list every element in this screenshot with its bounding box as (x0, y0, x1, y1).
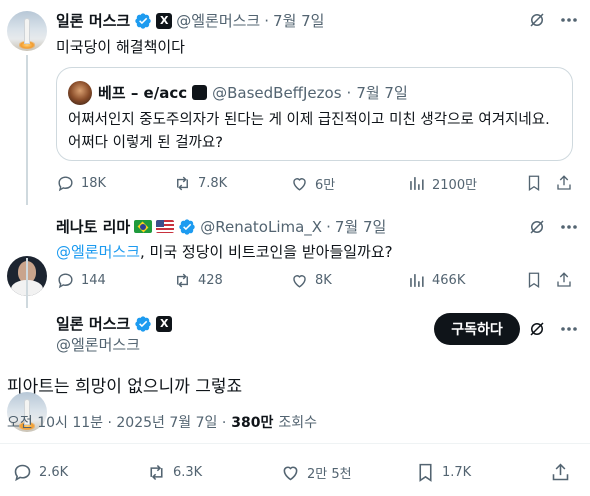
grok-icon[interactable] (528, 218, 546, 240)
bookmark-icon[interactable] (525, 174, 543, 196)
retweet-count: 7.8K (198, 176, 228, 191)
views-total: 380만 (231, 415, 274, 431)
views-count: 2100만 (432, 178, 478, 193)
brazil-flag-icon (134, 220, 153, 233)
main-tweet-text: 피아트는 희망이 없으니까 그렇죠 (7, 377, 243, 397)
heart-icon (283, 466, 298, 481)
tweet-text: 미국당이 해결책이다 (56, 38, 185, 56)
verified-icon (135, 315, 151, 332)
reply-icon (58, 273, 73, 289)
x-badge-icon: X (156, 315, 173, 332)
us-flag-icon (156, 220, 175, 233)
quote-text-line1: 어쩌서인지 중도주의자가 된다는 게 이제 급진적이고 미친 생각으로 여겨지네… (68, 112, 550, 128)
thread-connector (26, 55, 28, 205)
retweet-button[interactable]: 7.8K (173, 174, 227, 193)
reply-button[interactable]: 144 (56, 271, 106, 290)
like-count: 8K (315, 273, 332, 288)
reply-count: 18K (81, 176, 107, 191)
author-name[interactable]: 일론 머스크 (56, 10, 130, 31)
tweet-meta: 오전 10시 11분 · 2025년 7월 7일 · 380만 조회수 (7, 412, 317, 432)
retweet-button[interactable]: 428 (173, 271, 223, 290)
author-handle[interactable]: @RenatoLima_X (200, 218, 322, 236)
reply-icon (14, 464, 31, 482)
bookmark-button[interactable]: 1.7K (415, 462, 471, 483)
bookmark-icon (419, 463, 432, 482)
tweet-text: @엘론머스크, 미국 정당이 비트코인을 받아들일까요? (56, 241, 393, 262)
separator-dot: · (326, 217, 331, 236)
main-header: 일론 머스크 X (56, 313, 173, 334)
tweet1-header: 일론 머스크 X @엘론머스크 · 7월 7일 (56, 10, 325, 31)
quote-date: 7월 7일 (356, 84, 408, 102)
verified-icon (135, 12, 151, 29)
quote-author-handle: @BasedBeffJezos (212, 83, 342, 102)
grok-icon[interactable] (528, 320, 546, 342)
x-badge-icon: X (156, 12, 173, 29)
separator-dot: · (264, 11, 270, 30)
quote-text-line2: 어쩌다 이렇게 된 걸까요? (68, 135, 223, 151)
analytics-icon (410, 177, 424, 190)
retweet-icon (177, 176, 188, 191)
like-button[interactable]: 6만 (290, 174, 335, 193)
retweet-icon (177, 273, 188, 288)
tweet2-header: 레나토 리마 @RenatoLima_X · 7월 7일 (56, 216, 386, 237)
retweet-icon (150, 464, 163, 481)
retweet-button[interactable]: 6.3K (146, 462, 202, 483)
retweet-count: 6.3K (173, 465, 203, 480)
verified-icon (179, 218, 195, 235)
avatar-beff (68, 81, 92, 105)
share-icon[interactable] (555, 271, 573, 293)
reply-button[interactable]: 2.6K (12, 462, 68, 483)
heart-icon (293, 275, 306, 288)
views-button[interactable]: 2100만 (407, 174, 477, 193)
share-icon[interactable] (550, 462, 571, 483)
like-count: 2만 5천 (307, 467, 352, 482)
retweet-count: 428 (198, 273, 223, 288)
author-name[interactable]: 일론 머스크 (56, 313, 130, 334)
affiliate-badge-icon (192, 85, 208, 100)
divider (0, 443, 590, 444)
thread-connector-2 (26, 258, 28, 308)
tweet-timestamp[interactable]: 오전 10시 11분 · 2025년 7월 7일 · (7, 412, 226, 432)
heart-icon (293, 178, 306, 191)
mention-link[interactable]: @엘론머스크 (56, 243, 140, 261)
bookmark-count: 1.7K (442, 465, 472, 480)
views-count: 466K (432, 273, 466, 288)
reply-count: 2.6K (39, 465, 69, 480)
author-name[interactable]: 레나토 리마 (56, 216, 130, 237)
more-icon[interactable] (557, 218, 581, 236)
tweet-date[interactable]: 7월 7일 (335, 216, 386, 237)
like-button[interactable]: 2만 5천 (280, 462, 352, 483)
separator-dot: · (346, 83, 352, 102)
reply-button[interactable]: 18K (56, 174, 106, 193)
quote-author-name: 베프 – e/acc (98, 84, 188, 102)
avatar-elon[interactable] (7, 11, 47, 51)
reply-count: 144 (81, 273, 106, 288)
more-icon[interactable] (557, 320, 581, 338)
reply-icon (58, 176, 73, 192)
like-count: 6만 (315, 178, 336, 193)
tweet-date[interactable]: 7월 7일 (273, 10, 324, 31)
share-icon[interactable] (555, 174, 573, 196)
analytics-icon (410, 274, 424, 287)
views-label: 조회수 (278, 415, 318, 431)
more-icon[interactable] (557, 11, 581, 29)
grok-icon[interactable] (528, 11, 546, 33)
author-handle[interactable]: @엘론머스크 (56, 334, 140, 355)
like-button[interactable]: 8K (290, 271, 332, 290)
tweet-text-body: , 미국 정당이 비트코인을 받아들일까요? (140, 243, 393, 261)
subscribe-button[interactable]: 구독하다 (434, 313, 520, 345)
bookmark-icon[interactable] (525, 271, 543, 293)
quote-header: 베프 – e/acc @BasedBeffJezos · 7월 7일 (98, 82, 408, 103)
author-handle[interactable]: @엘론머스크 (176, 10, 260, 31)
views-button[interactable]: 466K (407, 271, 465, 290)
